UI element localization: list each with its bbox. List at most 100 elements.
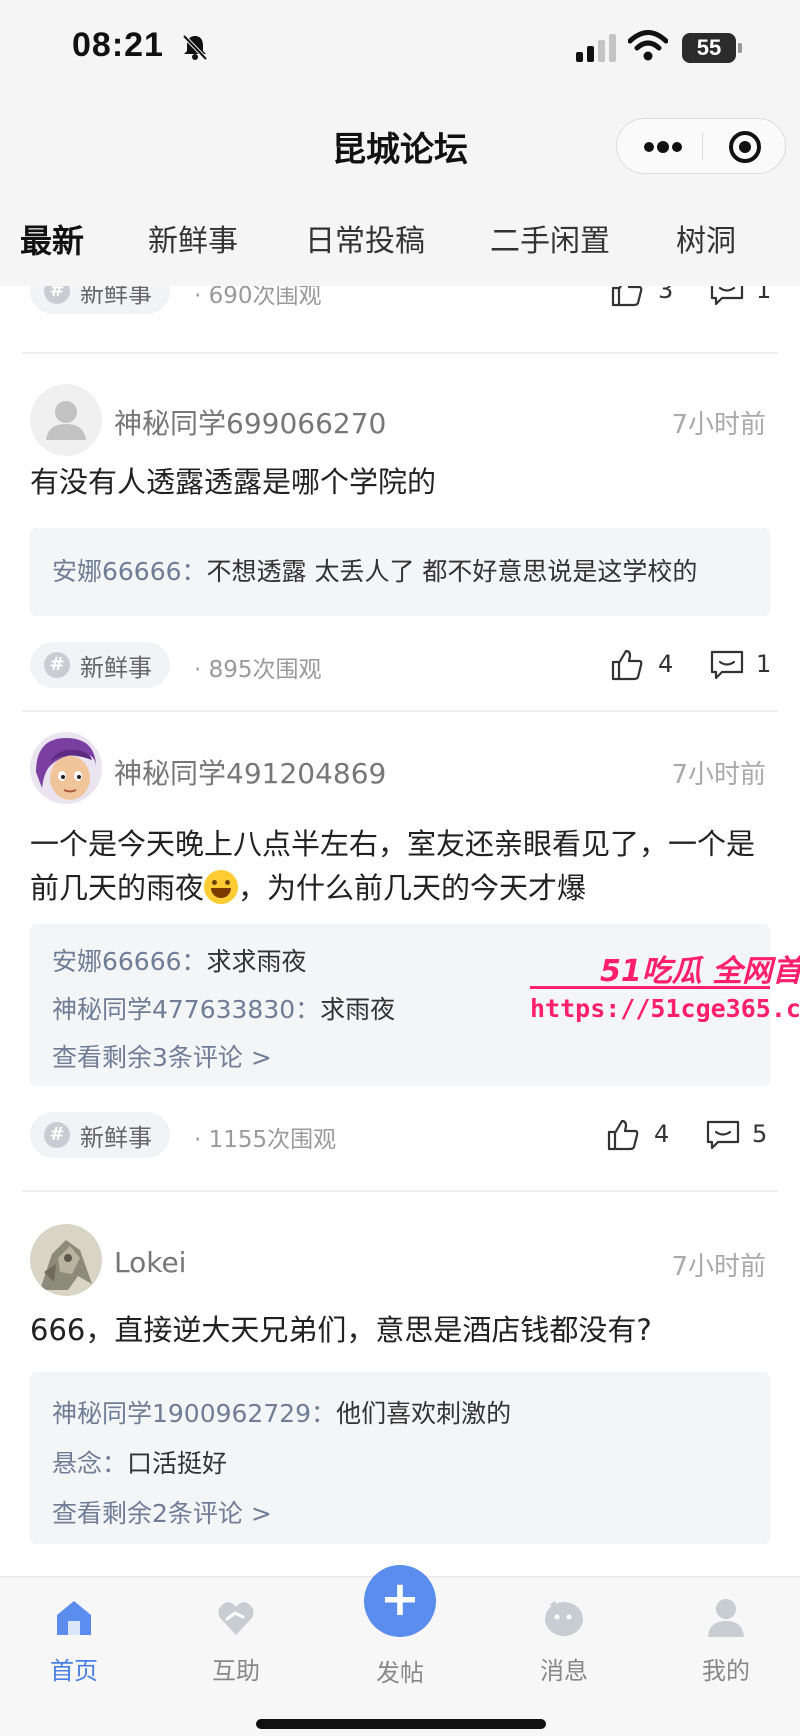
comment-icon[interactable]	[710, 286, 744, 306]
nav-label: 首页	[50, 1657, 98, 1685]
create-post-button[interactable]: +	[364, 1565, 436, 1637]
tab-tree-hole[interactable]: 树洞	[676, 216, 736, 260]
watermark-underline	[530, 986, 770, 989]
comment-author: 神秘同学477633830：	[52, 995, 321, 1024]
post-text[interactable]: 一个是今天晚上八点半左右，室友还亲眼看见了，一个是 前几天的雨夜 ，为什么前几天的…	[30, 822, 770, 910]
like-icon[interactable]	[610, 286, 644, 308]
watermark-url: https://51cge365.com	[530, 994, 800, 1023]
post-divider	[22, 710, 778, 712]
heart-hand-icon	[218, 1602, 254, 1635]
post-meta-row: # 新鲜事 · 690次围观 3 1	[30, 286, 772, 314]
comment-text: 求求雨夜	[206, 947, 307, 976]
capsule-divider	[702, 133, 703, 161]
nav-label: 消息	[540, 1657, 588, 1685]
like-icon[interactable]	[610, 648, 644, 682]
comment-line: 神秘同学477633830：求雨夜	[52, 990, 395, 1026]
post-meta-row: # 新鲜事 · 1155次围观 4 5	[30, 1112, 770, 1158]
see-more-comments-link[interactable]: 查看剩余2条评论 >	[52, 1494, 272, 1530]
close-target-icon[interactable]	[727, 129, 763, 165]
view-count: · 1155次围观	[194, 1127, 337, 1153]
tab-latest[interactable]: 最新	[20, 216, 84, 262]
status-time: 08:21	[72, 26, 164, 64]
post-username[interactable]: 神秘同学491204869	[114, 752, 386, 792]
nav-home[interactable]: 首页	[14, 1595, 134, 1686]
status-bar: 08:21 55	[0, 0, 800, 100]
comment-line: 安娜66666：不想透露 太丢人了 都不好意思说是这学校的	[52, 552, 697, 588]
avatar[interactable]	[30, 1224, 102, 1296]
category-tabs: 最新 新鲜事 日常投稿 二手闲置 树洞	[0, 190, 800, 286]
app-header: 昆城论坛	[0, 100, 800, 190]
like-icon[interactable]	[606, 1118, 640, 1152]
comment-author: 神秘同学1900962729：	[52, 1399, 337, 1428]
wifi-icon	[628, 30, 668, 61]
comment-icon[interactable]	[706, 1120, 740, 1150]
hash-icon: #	[44, 286, 70, 304]
watermark: 51吃瓜 全网首发 https://51cge365.com	[530, 946, 800, 1036]
post-username[interactable]: Lokei	[114, 1246, 186, 1279]
cartoon-avatar-icon	[30, 732, 102, 804]
comment-preview[interactable]: 安娜66666：不想透露 太丢人了 都不好意思说是这学校的	[30, 528, 770, 616]
post-username[interactable]: 神秘同学699066270	[114, 402, 386, 442]
post-text-fragment: 前几天的雨夜	[30, 871, 205, 905]
post-time: 7小时前	[671, 760, 766, 790]
tab-secondhand[interactable]: 二手闲置	[490, 216, 610, 260]
post-time: 7小时前	[671, 1252, 766, 1282]
post-text-line: 前几天的雨夜 ，为什么前几天的今天才爆	[30, 866, 770, 910]
comment-preview[interactable]: 神秘同学1900962729：他们喜欢刺激的 悬念：口活挺好 查看剩余2条评论 …	[30, 1372, 770, 1544]
post-text[interactable]: 有没有人透露透露是哪个学院的	[30, 460, 770, 504]
comment-line: 悬念：口活挺好	[52, 1444, 227, 1480]
topic-tag[interactable]: # 新鲜事	[30, 1112, 170, 1158]
comment-author: 安娜66666：	[52, 947, 207, 976]
signal-icon	[576, 34, 616, 62]
post-text[interactable]: 666，直接逆大天兄弟们，意思是酒店钱都没有?	[30, 1308, 770, 1352]
bell-muted-icon	[182, 34, 208, 61]
topic-tag[interactable]: # 新鲜事	[30, 642, 170, 688]
topic-tag[interactable]: # 新鲜事	[30, 286, 170, 314]
hash-icon: #	[44, 1122, 70, 1148]
topic-label: 新鲜事	[80, 1123, 152, 1152]
comment-text: 他们喜欢刺激的	[336, 1399, 512, 1428]
comment-count: 5	[752, 1120, 768, 1148]
tab-news[interactable]: 新鲜事	[148, 216, 238, 260]
topic-label: 新鲜事	[80, 653, 152, 682]
mini-program-capsule	[616, 118, 786, 174]
sweat-smile-emoji-icon	[204, 870, 239, 904]
nav-profile[interactable]: 我的	[666, 1595, 786, 1686]
post-text-line: 一个是今天晚上八点半左右，室友还亲眼看见了，一个是	[30, 827, 756, 861]
like-count: 3	[658, 286, 674, 304]
comment-text: 不想透露 太丢人了 都不好意思说是这学校的	[206, 557, 698, 586]
avatar[interactable]	[30, 732, 102, 804]
comment-author: 悬念：	[52, 1449, 128, 1478]
like-count: 4	[658, 650, 674, 678]
post-divider	[22, 352, 778, 354]
post-meta-row: # 新鲜事 · 895次围观 4 1	[30, 642, 772, 688]
nav-label[interactable]: 发帖	[340, 1653, 460, 1688]
nav-label: 我的	[702, 1657, 750, 1685]
default-avatar-icon	[30, 384, 102, 456]
nav-label: 互助	[212, 1657, 260, 1685]
nav-help[interactable]: 互助	[176, 1595, 296, 1686]
post-text-fragment: ，为什么前几天的今天才爆	[238, 871, 587, 905]
comment-count: 1	[756, 650, 772, 678]
home-indicator[interactable]	[256, 1719, 546, 1729]
like-count: 4	[654, 1120, 670, 1148]
comment-count: 1	[756, 286, 772, 304]
post-feed: # 新鲜事 · 690次围观 3 1 神秘同学699066270 7小时前 有没…	[0, 286, 800, 1576]
home-icon	[57, 1601, 91, 1635]
comment-line: 神秘同学1900962729：他们喜欢刺激的	[52, 1394, 511, 1430]
comment-icon[interactable]	[710, 650, 744, 680]
battery-indicator: 55	[682, 33, 742, 63]
topic-label: 新鲜事	[80, 286, 152, 308]
see-more-comments-link[interactable]: 查看剩余3条评论 >	[52, 1038, 272, 1074]
tab-daily-post[interactable]: 日常投稿	[305, 216, 425, 260]
nav-messages[interactable]: 消息	[504, 1595, 624, 1686]
more-icon[interactable]	[641, 135, 685, 159]
avatar[interactable]	[30, 384, 102, 456]
comment-author: 安娜66666：	[52, 557, 207, 586]
app-screen: 08:21 55 昆城论坛 最新 新鲜事 日常投稿 二手闲置 树洞 # 新鲜事 …	[0, 0, 800, 1736]
chat-bubble-icon	[545, 1601, 583, 1636]
view-count: · 895次围观	[194, 657, 322, 683]
bottom-nav: 首页 互助 + 发帖 消息 我的	[0, 1565, 800, 1736]
comment-text: 求雨夜	[320, 995, 396, 1024]
hash-icon: #	[44, 652, 70, 678]
